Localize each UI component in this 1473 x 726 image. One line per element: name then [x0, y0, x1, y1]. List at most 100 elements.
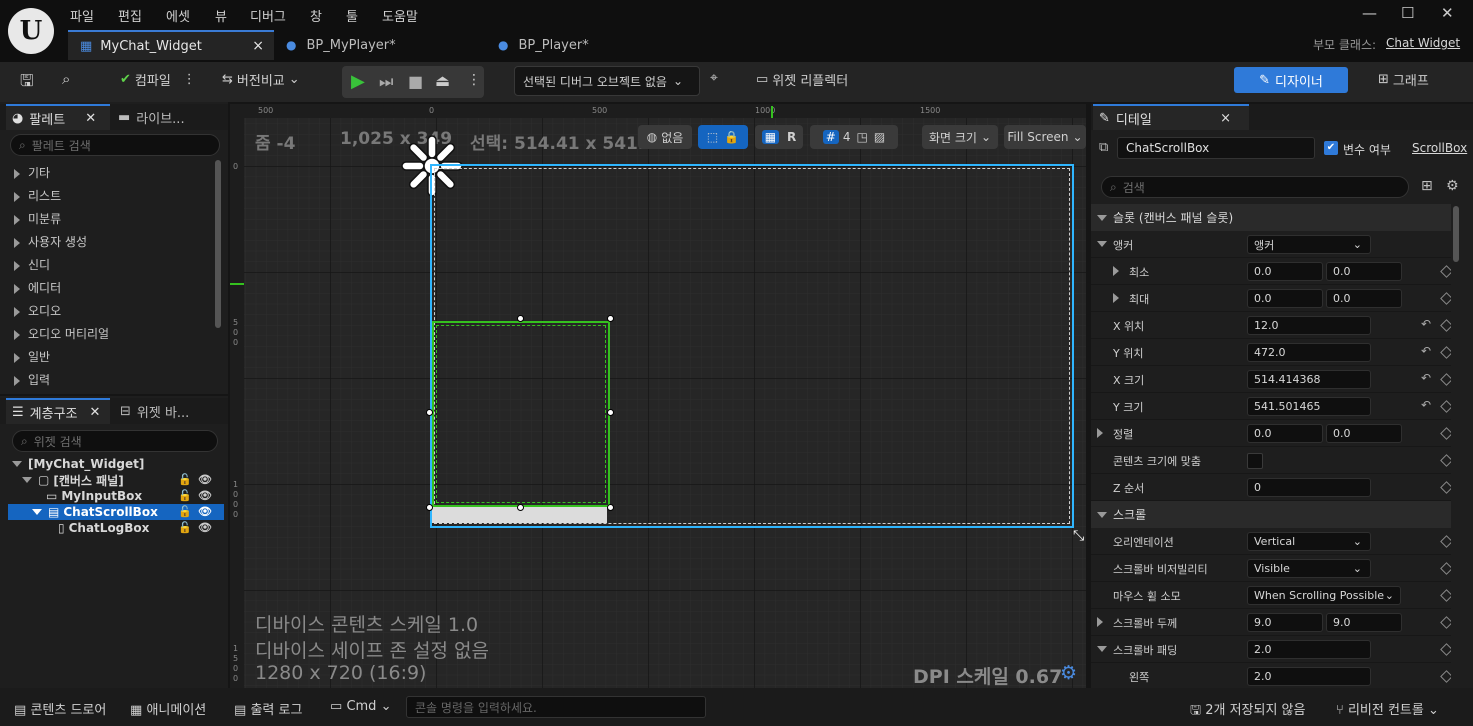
tree-row-scrollbox-selected[interactable]: ▤ ChatScrollBox 🔓👁	[8, 504, 224, 520]
padding-field[interactable]: 2.0	[1247, 640, 1371, 659]
palette-scrollbar[interactable]	[215, 160, 221, 328]
menu-edit[interactable]: 편집	[118, 6, 142, 25]
unreal-logo-icon[interactable]: U	[8, 8, 54, 54]
min-x-field[interactable]: 0.0	[1247, 262, 1323, 281]
palette-category[interactable]: 에디터	[14, 279, 61, 296]
resize-handle[interactable]	[607, 504, 614, 511]
animation-button[interactable]: ▦ 애니메이션	[130, 699, 206, 718]
browse-icon[interactable]: ⌕	[62, 70, 70, 88]
expand-arrow-icon[interactable]	[1097, 428, 1103, 438]
collapse-arrow-icon[interactable]	[1097, 241, 1107, 247]
resize-handle[interactable]	[607, 409, 614, 416]
step-icon[interactable]: ⏭	[379, 72, 393, 92]
reset-icon[interactable]: ↶	[1421, 398, 1431, 412]
menu-tools[interactable]: 툴	[346, 6, 358, 25]
palette-category[interactable]: 사용자 생성	[14, 233, 87, 250]
mouse-wheel-dropdown[interactable]: When Scrolling Possible ⌄	[1247, 586, 1401, 605]
close-icon[interactable]: ✕	[90, 405, 101, 420]
save-icon[interactable]: 🖫	[20, 70, 34, 97]
palette-category[interactable]: 입력	[14, 371, 50, 388]
gear-icon[interactable]: ⚙	[1060, 662, 1077, 684]
widget-name-field[interactable]: ChatScrollBox	[1117, 137, 1315, 159]
keyframe-diamond-icon[interactable]	[1440, 535, 1451, 548]
menu-window[interactable]: 창	[310, 6, 322, 25]
console-input[interactable]: 콘솔 명령을 입력하세요.	[406, 696, 706, 718]
thickness-x-field[interactable]: 9.0	[1247, 613, 1323, 632]
play-icon[interactable]: ▶	[351, 71, 365, 92]
respect-locks-toggle[interactable]: ▦ R	[755, 125, 803, 149]
tab-close-icon[interactable]: ×	[252, 38, 264, 54]
reset-icon[interactable]: ↶	[1421, 344, 1431, 358]
eject-icon[interactable]: ⏏	[435, 71, 450, 90]
lock-visibility-icon[interactable]: 🔓👁	[178, 521, 218, 534]
tab-details[interactable]: ✎ 디테일 ×	[1093, 104, 1249, 130]
designer-viewport[interactable]: 500 0 500 1000 1500 0 5 0 0 1 0 0 0 1 5 …	[230, 104, 1086, 688]
localization-preview-button[interactable]: ◍ 없음	[638, 125, 692, 149]
tab-palette[interactable]: ◕ 팔레트 ✕	[6, 104, 110, 130]
play-options-icon[interactable]: ⋮	[467, 72, 481, 88]
x-position-field[interactable]: 12.0	[1247, 316, 1371, 335]
widget-reflector-button[interactable]: ▭ 위젯 리플렉터	[756, 70, 848, 89]
stop-icon[interactable]: ■	[408, 72, 423, 91]
orientation-dropdown[interactable]: Vertical ⌄	[1247, 532, 1371, 551]
resize-handle[interactable]	[517, 504, 524, 511]
content-drawer-button[interactable]: ▤ 콘텐츠 드로어	[14, 699, 106, 718]
details-search-input[interactable]: ⌕ 검색	[1101, 176, 1409, 198]
anchor-dropdown[interactable]: 앵커 ⌄	[1247, 235, 1371, 254]
tab-mychat-widget[interactable]: ▦ MyChat_Widget ×	[68, 30, 274, 60]
parent-class-link[interactable]: Chat Widget	[1386, 36, 1460, 50]
expand-arrow-icon[interactable]	[1097, 617, 1103, 627]
lock-visibility-icon[interactable]: 🔓👁	[178, 505, 218, 518]
keyframe-diamond-icon[interactable]	[1440, 481, 1451, 494]
revision-control-button[interactable]: ⑂ 리비전 컨트롤 ⌄	[1336, 699, 1439, 718]
resize-handle-icon[interactable]: ⤡	[1073, 528, 1084, 544]
close-window-icon[interactable]: ✕	[1441, 4, 1454, 22]
y-size-field[interactable]: 541.501465	[1247, 397, 1371, 416]
size-to-content-checkbox[interactable]	[1247, 453, 1263, 469]
keyframe-diamond-icon[interactable]	[1440, 265, 1451, 278]
is-variable-checkbox[interactable]: ✔	[1324, 141, 1338, 155]
more-icon[interactable]: ⋮	[183, 72, 196, 87]
graph-mode-button[interactable]: ⊞ 그래프	[1378, 70, 1429, 89]
details-scrollbar[interactable]	[1453, 206, 1459, 262]
keyframe-diamond-icon[interactable]	[1440, 643, 1451, 656]
debug-object-select[interactable]: 선택된 디버그 오브젝트 없음 ⌄	[514, 66, 700, 96]
palette-category[interactable]: 기타	[14, 164, 50, 181]
scrollbar-visibility-dropdown[interactable]: Visible ⌄	[1247, 559, 1371, 578]
palette-category[interactable]: 일반	[14, 348, 50, 365]
palette-category[interactable]: 신디	[14, 256, 50, 273]
tab-library[interactable]: ▬ 라이브...	[118, 104, 185, 130]
output-log-button[interactable]: ▤ 출력 로그	[234, 699, 302, 718]
keyframe-diamond-icon[interactable]	[1440, 562, 1451, 575]
palette-category[interactable]: 오디오	[14, 302, 61, 319]
reset-icon[interactable]: ↶	[1421, 371, 1431, 385]
keyframe-diamond-icon[interactable]	[1440, 670, 1451, 683]
align-x-field[interactable]: 0.0	[1247, 424, 1323, 443]
minimize-icon[interactable]: —	[1362, 4, 1377, 22]
tab-bp-myplayer[interactable]: ● BP_MyPlayer*	[286, 30, 486, 60]
min-y-field[interactable]: 0.0	[1326, 262, 1402, 281]
resize-handle[interactable]	[607, 315, 614, 322]
tab-bp-player[interactable]: ● BP_Player*	[498, 30, 698, 60]
keyframe-diamond-icon[interactable]	[1440, 589, 1451, 602]
keyframe-diamond-icon[interactable]	[1440, 292, 1451, 305]
section-scroll[interactable]: 스크롤	[1091, 501, 1451, 528]
close-icon[interactable]: ×	[1220, 111, 1231, 126]
tree-row-root[interactable]: [MyChat_Widget]	[8, 456, 224, 472]
keyframe-diamond-icon[interactable]	[1440, 616, 1451, 629]
designer-mode-button[interactable]: ✎ 디자이너	[1234, 67, 1348, 93]
reset-icon[interactable]: ↶	[1421, 317, 1431, 331]
fill-screen-dropdown[interactable]: Fill Screen ⌄	[1004, 125, 1086, 149]
expand-arrow-icon[interactable]	[1113, 266, 1119, 276]
padding-left-field[interactable]: 2.0	[1247, 667, 1371, 686]
screen-size-dropdown[interactable]: 화면 크기 ⌄	[922, 125, 998, 149]
keyframe-diamond-icon[interactable]	[1440, 373, 1451, 386]
collapse-arrow-icon[interactable]	[1097, 646, 1107, 652]
menu-view[interactable]: 뷰	[215, 6, 227, 25]
expand-arrow-icon[interactable]	[1113, 293, 1119, 303]
tree-row-chatlog[interactable]: ▯ ChatLogBox 🔓👁	[8, 520, 224, 536]
grid-snap-controls[interactable]: # 4 ◳ ▨	[810, 125, 898, 149]
align-y-field[interactable]: 0.0	[1326, 424, 1402, 443]
find-debug-icon[interactable]: ⌖	[710, 70, 718, 86]
close-icon[interactable]: ✕	[85, 111, 96, 126]
